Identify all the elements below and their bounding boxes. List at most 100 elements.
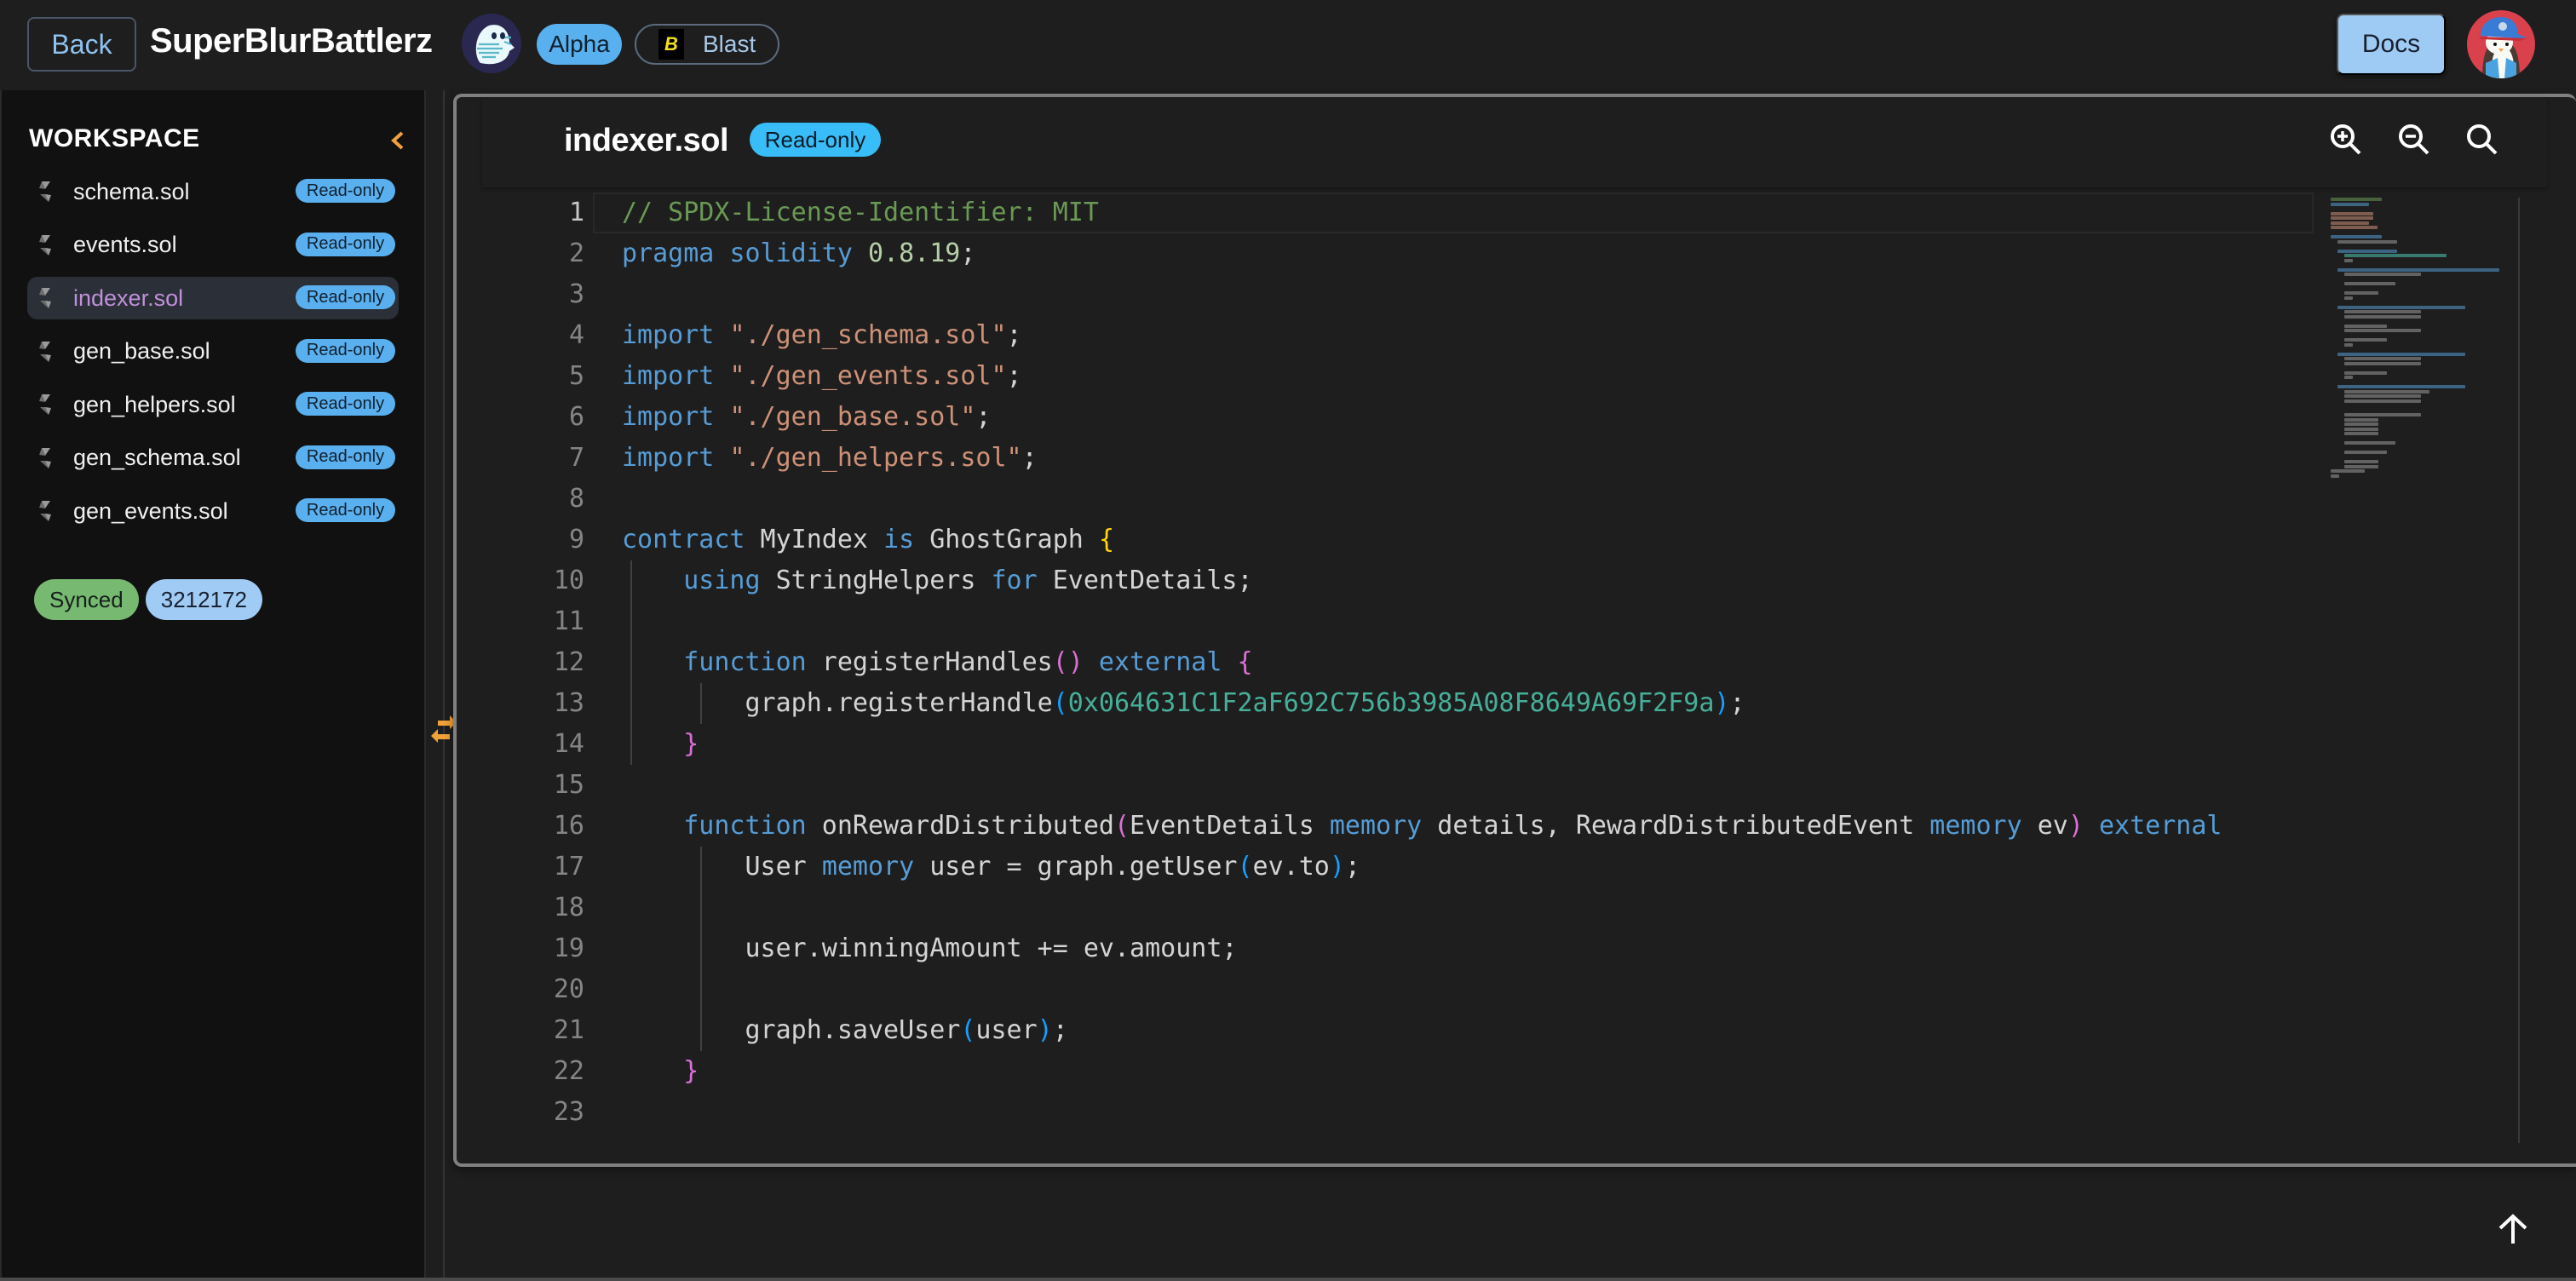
line-content: // SPDX-License-Identifier: MIT bbox=[584, 192, 1099, 233]
line-number: 3 bbox=[568, 279, 584, 309]
code-token: user = graph.getUser bbox=[914, 852, 1238, 882]
minimap-line bbox=[2344, 460, 2378, 463]
code-token: ; bbox=[1006, 361, 1022, 391]
line-number: 8 bbox=[568, 484, 584, 514]
line-number: 2 bbox=[568, 238, 584, 268]
file-item[interactable]: schema.sol Read-only bbox=[27, 170, 399, 213]
file-item[interactable]: indexer.sol Read-only bbox=[27, 277, 399, 319]
line-content: graph.saveUser(user); bbox=[584, 1010, 1067, 1051]
code-token: EventDetails bbox=[1130, 811, 1330, 841]
code-token: ) bbox=[1714, 688, 1730, 718]
minimap-line bbox=[2344, 324, 2387, 328]
sync-status-badge: Synced bbox=[34, 579, 139, 620]
line-content: import "./gen_helpers.sol"; bbox=[584, 438, 1038, 479]
code-token: ev.to bbox=[1252, 852, 1330, 882]
code-token: external bbox=[1098, 647, 1222, 677]
minimap-line bbox=[2344, 296, 2353, 300]
minimap-line bbox=[2344, 417, 2378, 422]
line-content: using StringHelpers for EventDetails; bbox=[584, 560, 1253, 601]
search-icon[interactable] bbox=[2464, 121, 2501, 158]
code-line: 6 import "./gen_base.sol"; bbox=[482, 397, 2314, 438]
code-line: 16 function onRewardDistributed(EventDet… bbox=[482, 806, 2314, 847]
code-line: 11 bbox=[482, 601, 2314, 642]
penguin-avatar-icon[interactable] bbox=[2467, 10, 2535, 78]
code-token: "./gen_events.sol" bbox=[729, 361, 1007, 391]
code-token: () bbox=[1052, 647, 1084, 677]
read-only-badge: Read-only bbox=[296, 338, 395, 363]
minimap-line bbox=[2344, 371, 2387, 375]
line-number: 12 bbox=[553, 647, 584, 677]
vertical-scrollbar[interactable] bbox=[2518, 198, 2520, 1143]
line-content bbox=[584, 479, 622, 520]
minimap-line bbox=[2344, 361, 2421, 365]
chevron-left-icon[interactable] bbox=[385, 128, 409, 153]
code-token: memory bbox=[821, 852, 915, 882]
solidity-file-icon bbox=[39, 394, 51, 415]
code-token: // SPDX-License-Identifier: MIT bbox=[622, 198, 1099, 227]
code-token: pragma bbox=[622, 238, 715, 268]
read-only-badge: Read-only bbox=[296, 232, 395, 256]
resize-track[interactable] bbox=[443, 90, 445, 1281]
stage-badge: Alpha bbox=[537, 24, 622, 65]
zoom-in-icon[interactable] bbox=[2327, 121, 2365, 158]
code-token: "./gen_base.sol" bbox=[729, 402, 976, 432]
minimap-line bbox=[2337, 249, 2397, 253]
line-content bbox=[584, 1092, 622, 1133]
back-button[interactable]: Back bbox=[27, 17, 136, 72]
code-token: EventDetails; bbox=[1037, 566, 1253, 595]
file-item[interactable]: gen_schema.sol Read-only bbox=[27, 437, 399, 480]
file-item[interactable]: gen_helpers.sol Read-only bbox=[27, 383, 399, 426]
minimap-line bbox=[2344, 422, 2378, 426]
code-line: 17 User memory user = graph.getUser(ev.t… bbox=[482, 847, 2314, 888]
line-content: import "./gen_schema.sol"; bbox=[584, 315, 1022, 356]
code-token: ) bbox=[1329, 852, 1345, 882]
line-number: 13 bbox=[553, 688, 584, 718]
code-token: } bbox=[683, 729, 699, 759]
code-token: User bbox=[622, 852, 822, 882]
code-line: 22 } bbox=[482, 1051, 2314, 1092]
docs-button[interactable]: Docs bbox=[2337, 14, 2446, 75]
file-item[interactable]: events.sol Read-only bbox=[27, 224, 399, 267]
line-content: } bbox=[584, 1051, 699, 1092]
line-number: 17 bbox=[553, 852, 584, 882]
code-editor[interactable]: 1 // SPDX-License-Identifier: MIT 2 pragma … bbox=[482, 192, 2314, 1146]
workspace-sidebar: WORKSPACE schema.sol Read-only events.sol R… bbox=[0, 90, 424, 1281]
minimap-line bbox=[2337, 305, 2465, 309]
line-number: 10 bbox=[553, 566, 584, 595]
minimap-line bbox=[2344, 254, 2447, 257]
minimap-line bbox=[2337, 239, 2397, 244]
minimap-line bbox=[2331, 198, 2382, 201]
zoom-out-icon[interactable] bbox=[2395, 121, 2433, 158]
line-number: 15 bbox=[553, 770, 584, 800]
file-item[interactable]: gen_events.sol Read-only bbox=[27, 490, 399, 532]
code-token: ; bbox=[1021, 443, 1038, 473]
code-token: ev bbox=[2021, 811, 2068, 841]
code-token: ( bbox=[960, 1015, 976, 1045]
arrow-up-icon[interactable] bbox=[2496, 1209, 2530, 1247]
minimap-line bbox=[2344, 342, 2353, 347]
line-content: user.winningAmount += ev.amount; bbox=[584, 928, 1237, 969]
line-content: pragma solidity 0.8.19; bbox=[584, 233, 975, 274]
minimap-line bbox=[2344, 314, 2421, 319]
minimap-line bbox=[2337, 267, 2499, 272]
minimap-line bbox=[2344, 389, 2429, 393]
line-number: 23 bbox=[553, 1097, 584, 1127]
chain-badge[interactable]: B Blast bbox=[635, 24, 779, 65]
code-minimap[interactable] bbox=[2331, 198, 2527, 1143]
code-token: { bbox=[1237, 647, 1253, 677]
code-token: ; bbox=[1006, 320, 1022, 350]
file-item[interactable]: gen_base.sol Read-only bbox=[27, 330, 399, 373]
code-token: graph.saveUser bbox=[622, 1015, 961, 1045]
minimap-line bbox=[2344, 427, 2378, 431]
bottom-border bbox=[0, 1278, 2576, 1281]
read-only-badge: Read-only bbox=[296, 392, 395, 416]
code-token: import bbox=[622, 402, 715, 432]
code-token: 0.8.19 bbox=[868, 238, 961, 268]
minimap-line bbox=[2331, 216, 2373, 220]
app-title: SuperBlurBattlerz bbox=[150, 22, 433, 60]
sidebar-divider bbox=[424, 90, 426, 1281]
code-token: user bbox=[975, 1015, 1038, 1045]
